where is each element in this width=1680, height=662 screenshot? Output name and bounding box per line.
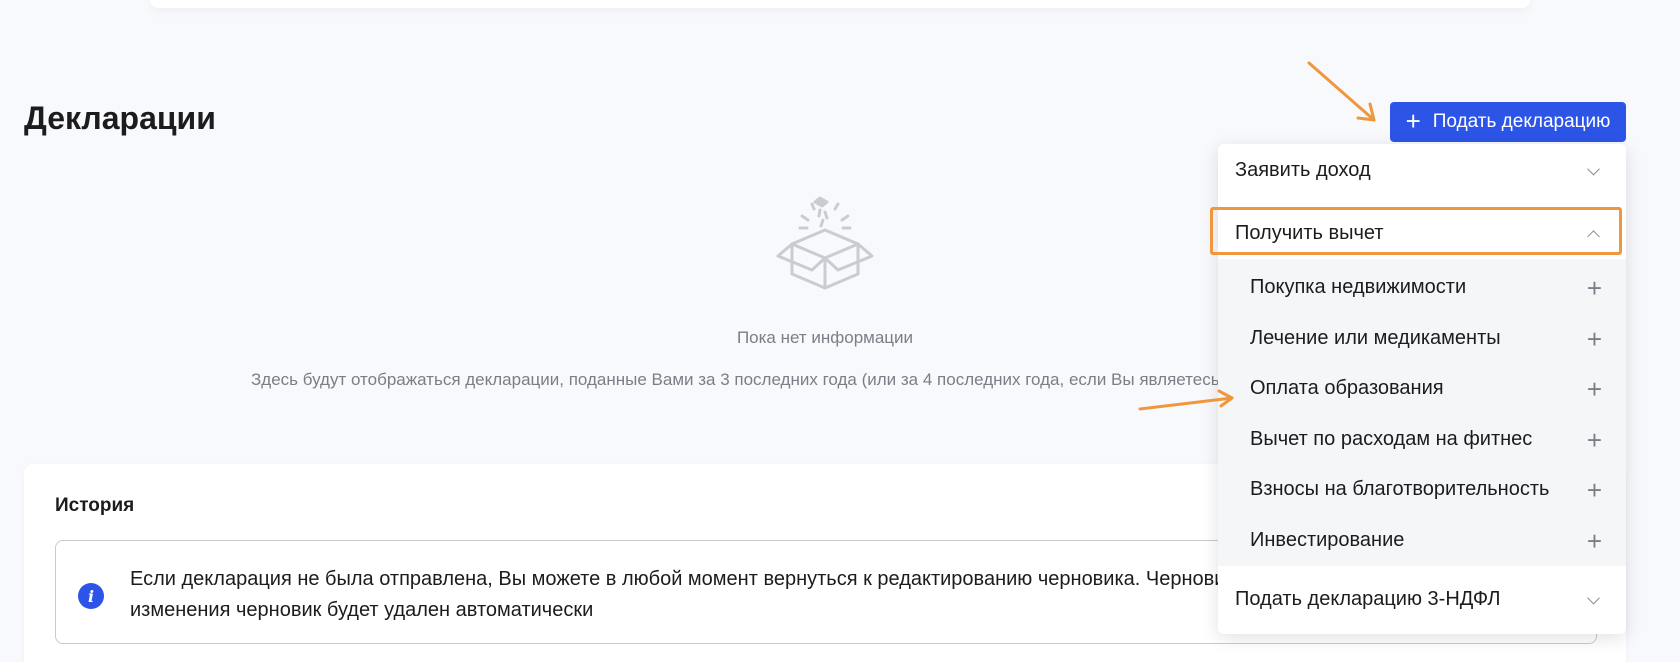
deduction-item-label: Покупка недвижимости <box>1250 275 1467 298</box>
declaration-type-dropdown: Заявить доход Получить вычет Покупка нед… <box>1218 144 1626 634</box>
plus-icon: + <box>1586 374 1602 404</box>
empty-state-title: Пока нет информации <box>736 328 914 347</box>
empty-state-description: Здесь будут отображаться декларации, под… <box>251 370 1220 389</box>
deduction-item-fitness[interactable]: Вычет по расходам на фитнес + <box>1218 414 1626 464</box>
section-submit-3ndfl[interactable]: Подать декларацию 3-НДФЛ <box>1218 573 1626 625</box>
section-get-deduction-label: Получить вычет <box>1235 221 1384 244</box>
page-title: Декларации <box>24 100 216 136</box>
info-icon: i <box>78 583 104 609</box>
deduction-item-charity[interactable]: Взносы на благотворительность + <box>1218 464 1626 514</box>
plus-icon: + <box>1586 425 1602 455</box>
deduction-item-medical[interactable]: Лечение или медикаменты + <box>1218 313 1626 363</box>
deduction-item-real-estate[interactable]: Покупка недвижимости + <box>1218 262 1626 312</box>
section-get-deduction[interactable]: Получить вычет <box>1218 207 1626 259</box>
deduction-submenu: Покупка недвижимости + Лечение или медик… <box>1218 259 1626 566</box>
plus-icon: + <box>1405 106 1421 136</box>
history-title: История <box>55 495 135 516</box>
deduction-item-label: Лечение или медикаменты <box>1250 326 1501 349</box>
deduction-item-label: Вычет по расходам на фитнес <box>1250 427 1533 450</box>
submit-declaration-label: Подать декларацию <box>1432 111 1611 132</box>
deduction-item-label: Взносы на благотворительность <box>1250 477 1550 500</box>
submit-declaration-button[interactable]: + Подать декларацию <box>1390 102 1626 142</box>
open-box-icon <box>776 196 874 290</box>
arrow-head-icon <box>1356 102 1376 122</box>
deduction-item-label: Оплата образования <box>1250 376 1444 399</box>
plus-icon: + <box>1586 273 1602 303</box>
section-declare-income[interactable]: Заявить доход <box>1218 144 1626 196</box>
draft-info-line-2: изменения черновик будет удален автомати… <box>130 599 594 621</box>
section-submit-3ndfl-label: Подать декларацию 3-НДФЛ <box>1235 587 1501 610</box>
plus-icon: + <box>1586 475 1602 505</box>
section-declare-income-label: Заявить доход <box>1235 158 1371 181</box>
deduction-item-investment[interactable]: Инвестирование + <box>1218 515 1626 565</box>
chevron-up-icon <box>1587 230 1600 243</box>
arrow-icon <box>1307 61 1376 122</box>
chevron-down-icon <box>1587 591 1600 605</box>
plus-icon: + <box>1586 526 1602 556</box>
deduction-item-education[interactable]: Оплата образования + <box>1218 363 1626 413</box>
plus-icon: + <box>1586 324 1602 354</box>
chevron-down-icon <box>1587 162 1600 176</box>
draft-info-line-1: Если декларация не была отправлена, Вы м… <box>130 568 1235 590</box>
deduction-item-label: Инвестирование <box>1250 528 1405 551</box>
top-card-edge <box>150 0 1530 8</box>
draft-info-text: Если декларация не была отправлена, Вы м… <box>130 564 1260 626</box>
